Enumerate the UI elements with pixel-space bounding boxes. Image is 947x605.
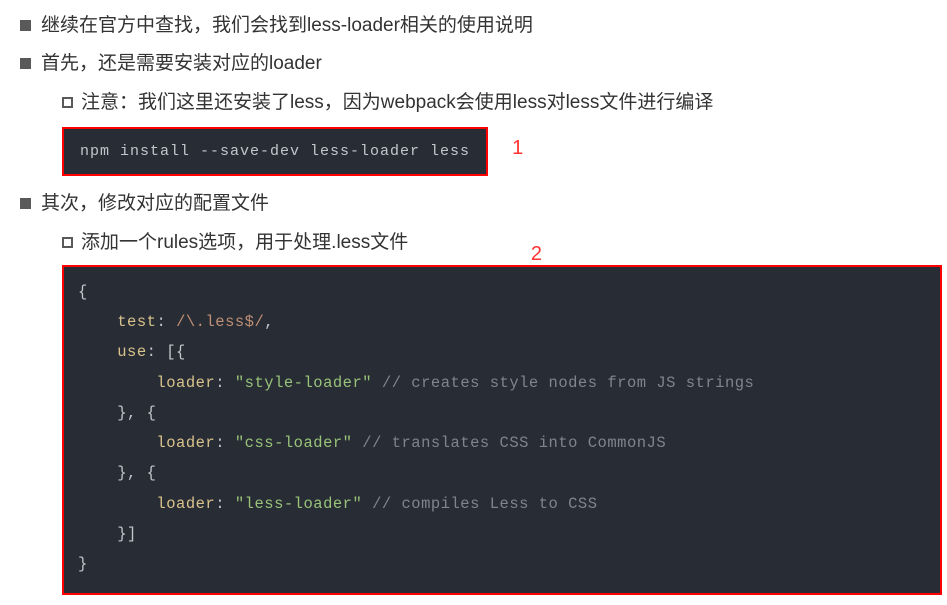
bullet-item-3: 其次，修改对应的配置文件 bbox=[20, 188, 927, 220]
code-token: // creates style nodes from JS strings bbox=[382, 374, 754, 392]
code-token: } bbox=[78, 555, 88, 573]
bullet-text-3: 其次，修改对应的配置文件 bbox=[41, 188, 269, 220]
code-block-install: npm install --save-dev less-loader less bbox=[62, 127, 488, 177]
code-token: test bbox=[117, 313, 156, 331]
code-block-1-wrapper: npm install --save-dev less-loader less … bbox=[62, 127, 927, 177]
square-bullet-icon bbox=[20, 198, 31, 209]
code-token: // translates CSS into CommonJS bbox=[362, 434, 666, 452]
code-token: }] bbox=[117, 525, 137, 543]
code-token: use bbox=[117, 343, 146, 361]
code-token: // compiles Less to CSS bbox=[372, 495, 597, 513]
code-token: [{ bbox=[166, 343, 186, 361]
sub-bullet-item-2a: 注意：我们这里还安装了less，因为webpack会使用less对less文件进… bbox=[62, 87, 927, 119]
sub-bullet-text-3a: 添加一个rules选项，用于处理.less文件 bbox=[81, 227, 408, 259]
code-token: : bbox=[215, 434, 225, 452]
square-bullet-icon bbox=[20, 20, 31, 31]
bullet-item-1: 继续在官方中查找，我们会找到less-loader相关的使用说明 bbox=[20, 10, 927, 42]
code-token: , bbox=[264, 313, 274, 331]
code-token: loader bbox=[156, 374, 215, 392]
bullet-text-1: 继续在官方中查找，我们会找到less-loader相关的使用说明 bbox=[41, 10, 533, 42]
sub-bullet-text-2a: 注意：我们这里还安装了less，因为webpack会使用less对less文件进… bbox=[81, 87, 713, 119]
code-token: : bbox=[215, 495, 225, 513]
code-token: { bbox=[78, 283, 88, 301]
annotation-label-2: 2 bbox=[531, 237, 542, 271]
code-token: /\.less$/ bbox=[176, 313, 264, 331]
bullet-text-2: 首先，还是需要安装对应的loader bbox=[41, 48, 322, 80]
square-bullet-icon bbox=[20, 58, 31, 69]
annotation-label-1: 1 bbox=[512, 131, 523, 165]
sub-bullet-item-3a: 添加一个rules选项，用于处理.less文件 bbox=[62, 227, 927, 259]
code-token: loader bbox=[156, 434, 215, 452]
code-token: loader bbox=[156, 495, 215, 513]
hollow-square-bullet-icon bbox=[62, 97, 73, 108]
code-token: "css-loader" bbox=[235, 434, 353, 452]
code-token: : bbox=[156, 313, 166, 331]
code-token: : bbox=[147, 343, 157, 361]
code-block-2-container: 2 { test: /\.less$/, use: [{ loader: "st… bbox=[62, 265, 927, 595]
code-block-config: { test: /\.less$/, use: [{ loader: "styl… bbox=[62, 265, 942, 595]
code-token: }, { bbox=[117, 404, 156, 422]
code-token: "style-loader" bbox=[235, 374, 372, 392]
bullet-item-2: 首先，还是需要安装对应的loader bbox=[20, 48, 927, 80]
code-token: }, { bbox=[117, 464, 156, 482]
code-token: : bbox=[215, 374, 225, 392]
code-token: "less-loader" bbox=[235, 495, 362, 513]
hollow-square-bullet-icon bbox=[62, 237, 73, 248]
